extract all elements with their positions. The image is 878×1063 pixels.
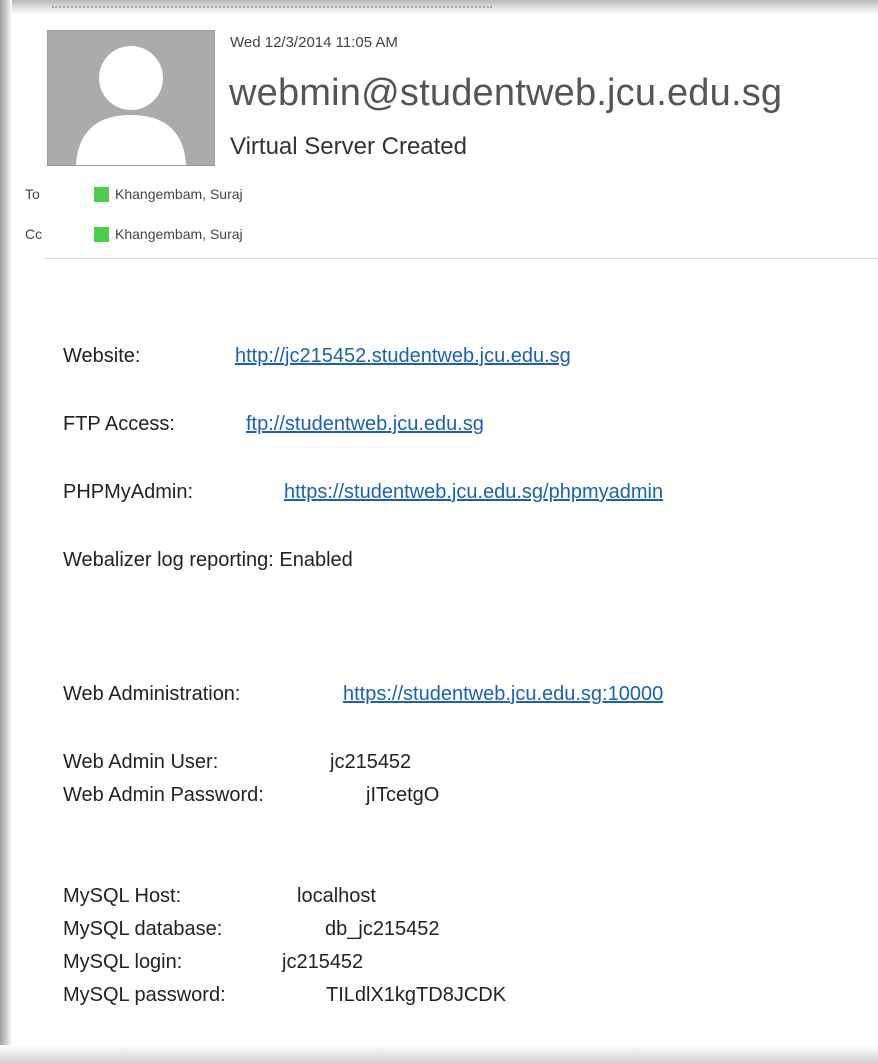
ftp-link[interactable]: ftp://studentweb.jcu.edu.sg — [246, 413, 484, 436]
window-frame-left — [0, 0, 12, 1063]
presence-icon — [94, 226, 109, 242]
clipped-previous-line — [52, 6, 492, 12]
admin-password-value: jITcetgO — [366, 784, 440, 806]
mysql-host-value: localhost — [297, 885, 376, 907]
website-label: Website: — [63, 345, 141, 367]
mysql-login-value: jc215452 — [282, 951, 364, 973]
cc-label: Cc — [25, 226, 43, 242]
phpmyadmin-link[interactable]: https://studentweb.jcu.edu.sg/phpmyadmin — [284, 481, 663, 504]
webadmin-link[interactable]: https://studentweb.jcu.edu.sg:10000 — [343, 683, 663, 706]
webalizer-text: Webalizer log reporting: Enabled — [63, 549, 353, 571]
sender-address[interactable]: webmin@studentweb.jcu.edu.sg — [229, 72, 782, 115]
person-silhouette-icon — [76, 46, 186, 165]
email-subject: Virtual Server Created — [230, 133, 467, 160]
to-label: To — [25, 186, 40, 202]
presence-icon — [94, 186, 109, 202]
website-link[interactable]: http://jc215452.studentweb.jcu.edu.sg — [235, 345, 571, 368]
cc-recipient[interactable]: Khangembam, Suraj — [115, 226, 243, 242]
mysql-password-value: TILdlX1kgTD8JCDK — [326, 984, 507, 1006]
cc-row: Cc Khangembam, Suraj — [25, 226, 243, 242]
admin-user-value: jc215452 — [330, 751, 412, 773]
mysql-login-label: MySQL login: — [63, 951, 183, 973]
ftp-label: FTP Access: — [63, 413, 175, 435]
header-divider — [44, 258, 878, 259]
admin-password-label: Web Admin Password: — [63, 784, 264, 806]
sent-date: Wed 12/3/2014 11:05 AM — [230, 34, 398, 51]
webadmin-label: Web Administration: — [63, 683, 241, 705]
to-recipient[interactable]: Khangembam, Suraj — [115, 186, 243, 202]
admin-user-label: Web Admin User: — [63, 751, 219, 773]
mysql-host-label: MySQL Host: — [63, 885, 182, 907]
mysql-db-label: MySQL database: — [63, 918, 223, 940]
window-frame-bottom — [0, 1045, 878, 1063]
mysql-db-value: db_jc215452 — [325, 918, 440, 940]
to-row: To Khangembam, Suraj — [25, 186, 243, 202]
sender-avatar[interactable] — [47, 30, 215, 166]
phpmyadmin-label: PHPMyAdmin: — [63, 481, 194, 503]
mysql-password-label: MySQL password: — [63, 984, 226, 1006]
